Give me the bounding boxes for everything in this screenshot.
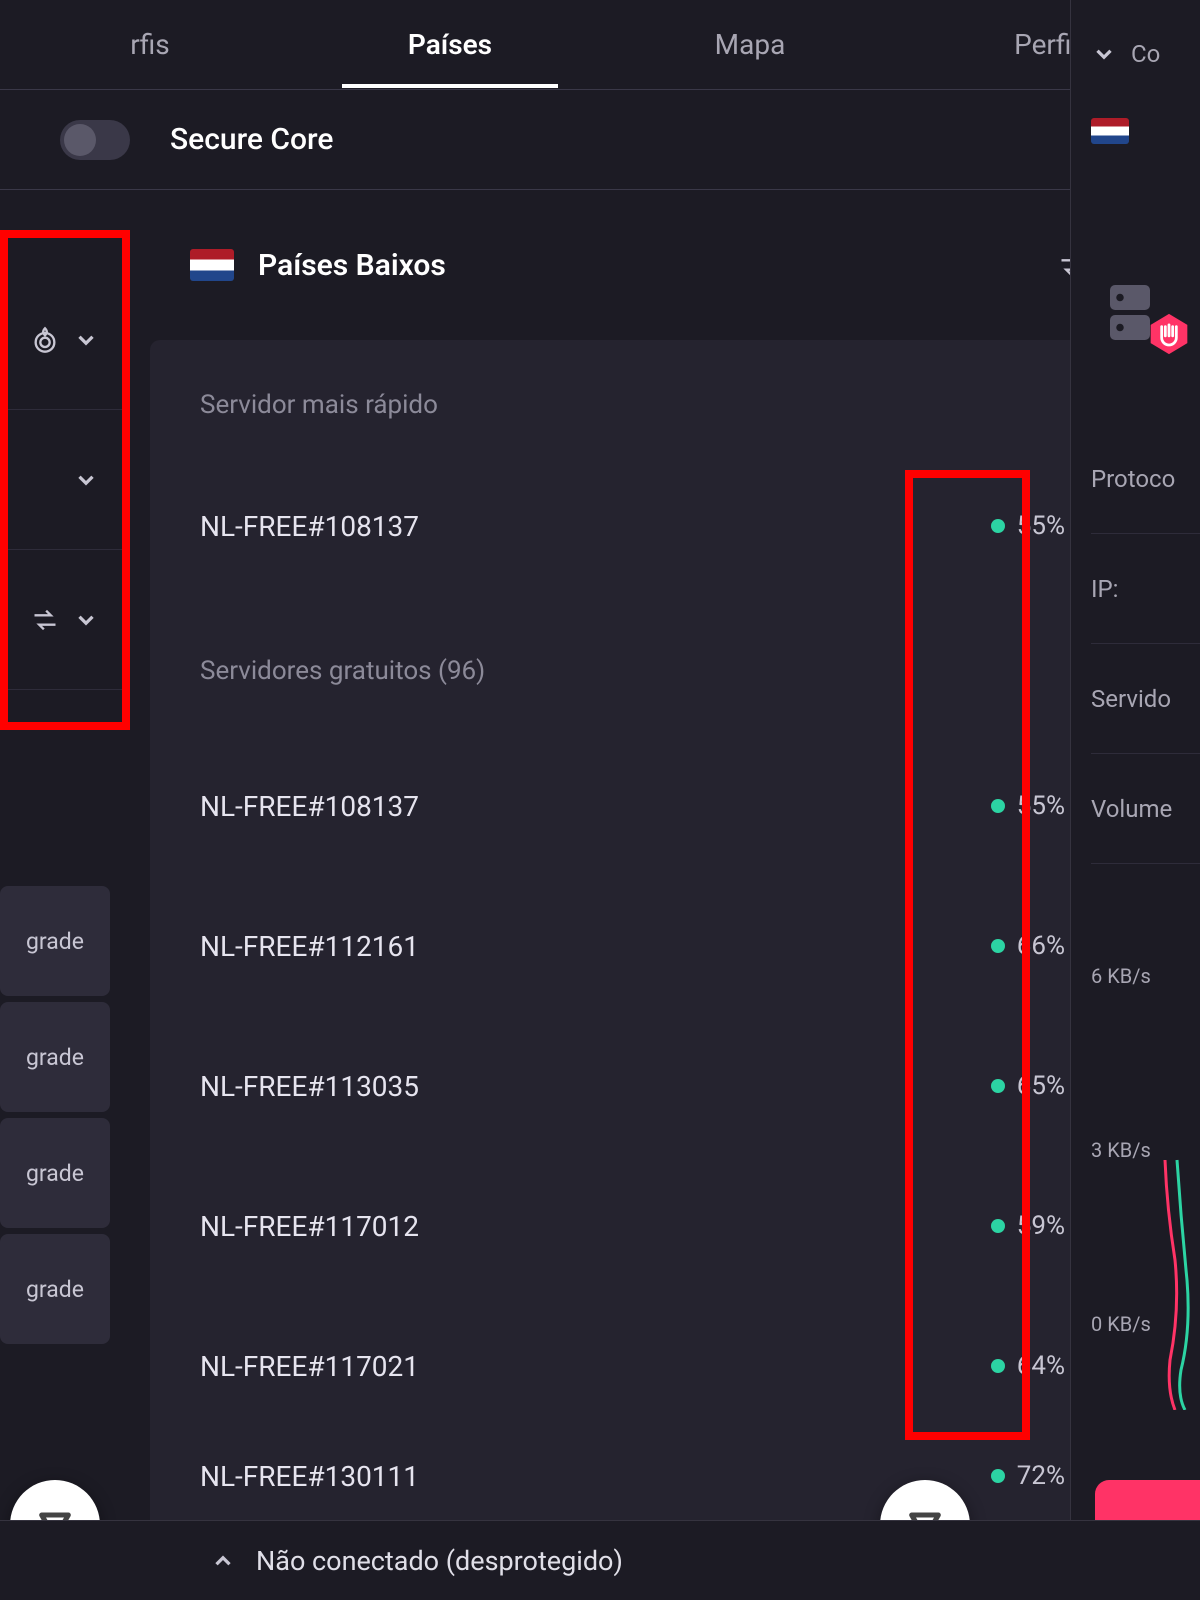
status-bar: Não conectado (desprotegido) — [0, 1520, 1200, 1600]
secure-core-toggle-left[interactable] — [60, 120, 130, 160]
left-row-2[interactable] — [0, 410, 130, 550]
fastest-server-row[interactable]: NL-FREE#108137 55% — [200, 456, 1165, 596]
tab-paises[interactable]: Países — [300, 2, 600, 87]
fastest-hint: Servidor mais rápido — [200, 390, 1165, 420]
onion-icon — [31, 326, 59, 354]
chevron-down-icon[interactable] — [1091, 41, 1117, 67]
left-row-tor[interactable] — [0, 270, 130, 410]
server-row[interactable]: NL-FREE#130111 72% — [200, 1436, 1165, 1516]
load-dot-icon — [991, 939, 1005, 953]
status-text: Não conectado (desprotegido) — [256, 1545, 623, 1577]
server-row[interactable]: NL-FREE#112161 66% — [200, 876, 1165, 1016]
server-load: 66% — [991, 931, 1065, 961]
p2p-icon — [31, 606, 59, 634]
right-protocol-label: Protoco — [1091, 424, 1200, 534]
flag-netherlands-icon — [190, 249, 234, 281]
server-row[interactable]: NL-FREE#117021 64% — [200, 1296, 1165, 1436]
server-load: 55% — [991, 511, 1065, 541]
upgrade-button[interactable]: grade — [0, 1234, 110, 1344]
server-load: 59% — [991, 1211, 1065, 1241]
tab-mapa[interactable]: Mapa — [600, 2, 900, 87]
load-dot-icon — [991, 1359, 1005, 1373]
server-panel: Servidor mais rápido NL-FREE#108137 55% … — [150, 340, 1195, 1536]
server-row[interactable]: NL-FREE#108137 55% — [200, 736, 1165, 876]
country-header[interactable]: Países Baixos — [150, 230, 1200, 300]
server-row[interactable]: NL-FREE#113035 65% — [200, 1016, 1165, 1156]
server-name: NL-FREE#130111 — [200, 1460, 991, 1493]
hand-stop-icon — [1147, 312, 1191, 356]
tab-rfis[interactable]: rfis — [0, 2, 300, 87]
load-dot-icon — [991, 1219, 1005, 1233]
right-volume-label: Volume — [1091, 754, 1200, 864]
right-ip-label: IP: — [1091, 534, 1200, 644]
country-name: Países Baixos — [258, 248, 1034, 283]
left-column — [0, 270, 130, 690]
chevron-down-icon — [73, 607, 99, 633]
server-load: 55% — [991, 791, 1065, 821]
load-dot-icon — [991, 519, 1005, 533]
chevron-down-icon — [73, 467, 99, 493]
server-load: 65% — [991, 1071, 1065, 1101]
free-section-title: Servidores gratuitos (96) — [200, 656, 1095, 686]
load-dot-icon — [991, 1079, 1005, 1093]
server-name: NL-FREE#108137 — [200, 510, 991, 543]
netshield-badge[interactable] — [1095, 270, 1185, 360]
upgrade-button[interactable]: grade — [0, 1002, 110, 1112]
flag-netherlands-icon — [1091, 118, 1129, 144]
server-load: 64% — [991, 1351, 1065, 1381]
upgrade-button[interactable]: grade — [0, 1118, 110, 1228]
load-dot-icon — [991, 1469, 1005, 1483]
server-name: NL-FREE#108137 — [200, 790, 991, 823]
server-load: 72% — [991, 1461, 1065, 1491]
traffic-chart — [1095, 1150, 1200, 1410]
secure-core-label: Secure Core — [170, 122, 1090, 157]
server-name: NL-FREE#112161 — [200, 930, 991, 963]
chevron-down-icon — [73, 327, 99, 353]
load-dot-icon — [991, 799, 1005, 813]
tabs-bar: rfis Países Mapa Perfis — [0, 0, 1200, 90]
left-row-p2p[interactable] — [0, 550, 130, 690]
axis-6kbs: 6 KB/s — [1091, 964, 1200, 988]
server-name: NL-FREE#117012 — [200, 1210, 991, 1243]
right-server-label: Servido — [1091, 644, 1200, 754]
upgrade-button[interactable]: grade — [0, 886, 110, 996]
right-co-label: Co — [1131, 40, 1160, 68]
server-name: NL-FREE#117021 — [200, 1350, 991, 1383]
server-name: NL-FREE#113035 — [200, 1070, 991, 1103]
secure-core-row: Secure Core — [0, 90, 1200, 190]
chevron-up-icon[interactable] — [210, 1548, 236, 1574]
upgrade-stack: grade grade grade grade — [0, 880, 110, 1344]
server-row[interactable]: NL-FREE#117012 59% — [200, 1156, 1165, 1296]
